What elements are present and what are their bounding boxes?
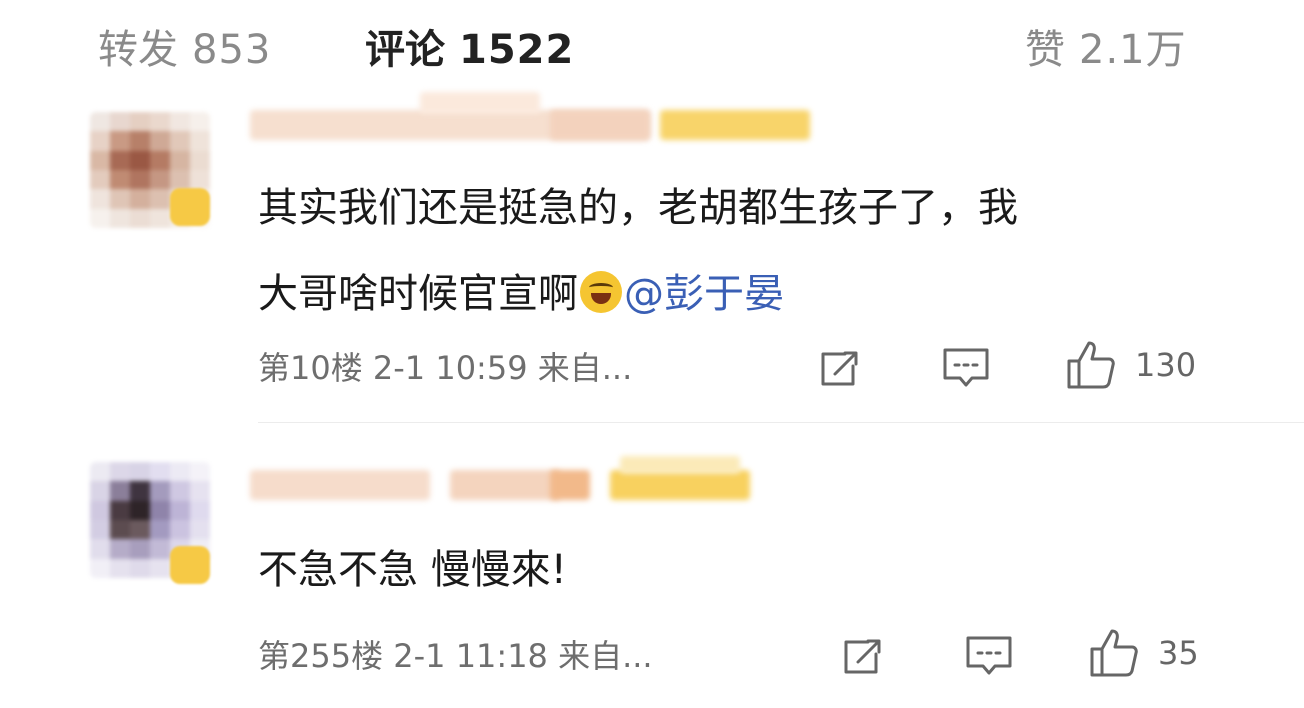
comment-text-line2: 大哥啥时候官宣啊 @彭于晏 (258, 251, 1218, 337)
repost-button[interactable] (838, 631, 886, 681)
like-count: 35 (1158, 634, 1199, 672)
repost-button[interactable] (815, 343, 863, 393)
comment-button[interactable] (963, 631, 1015, 681)
tab-likes-label: 赞 (1025, 27, 1065, 73)
tab-comments[interactable]: 评论 1522 (365, 22, 574, 78)
tab-comments-count: 1522 (459, 27, 575, 73)
tab-repost-count: 853 (192, 27, 272, 73)
tab-comments-label: 评论 (365, 27, 445, 73)
comment-meta: 第10楼 2-1 10:59 来自... (258, 349, 633, 387)
comment-divider (258, 422, 1304, 423)
tab-repost-label: 转发 (98, 27, 178, 73)
comment-meta: 第255楼 2-1 11:18 来自... (258, 637, 653, 675)
comment-text-line2-prefix: 大哥啥时候官宣啊 (258, 271, 578, 317)
thumbs-up-icon (1090, 629, 1138, 677)
tab-likes[interactable]: 赞 2.1万 (1025, 22, 1187, 78)
tab-repost[interactable]: 转发 853 (98, 22, 271, 78)
username-blurred[interactable] (250, 456, 750, 510)
vip-badge-icon (170, 546, 210, 584)
vip-badge-icon (170, 188, 210, 226)
comment-text: 不急不急 慢慢來! (258, 547, 567, 593)
like-button[interactable]: 130 (1065, 340, 1196, 390)
comment-icon (943, 348, 989, 387)
comment-icon (966, 636, 1012, 675)
repost-icon (821, 351, 858, 386)
comment-text: 其实我们还是挺急的，老胡都生孩子了，我 大哥啥时候官宣啊 @彭于晏 (258, 165, 1218, 337)
repost-icon (844, 639, 881, 674)
mention-link[interactable]: @彭于晏 (624, 271, 784, 317)
tab-likes-count: 2.1万 (1079, 27, 1187, 73)
like-button[interactable]: 35 (1088, 628, 1199, 678)
laughing-tears-emoji-icon (580, 271, 622, 313)
like-count: 130 (1135, 346, 1197, 384)
comment-button[interactable] (940, 343, 992, 393)
comment-tabs: 转发 853 评论 1522 赞 2.1万 (0, 0, 1304, 100)
username-blurred[interactable] (250, 92, 810, 150)
thumbs-up-icon (1067, 341, 1115, 389)
comment-text-line1: 其实我们还是挺急的，老胡都生孩子了，我 (258, 185, 1018, 231)
